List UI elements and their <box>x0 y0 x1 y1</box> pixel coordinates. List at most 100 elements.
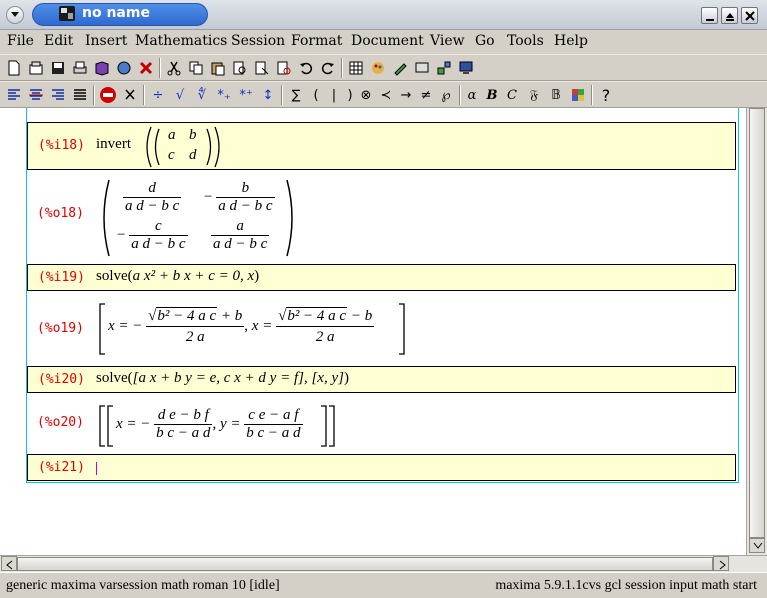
document-area[interactable]: (%i18) invert a b c d (%o18) da d − b c … <box>0 108 746 555</box>
menu-go[interactable]: Go <box>475 33 495 49</box>
vertical-scroll-thumb[interactable] <box>749 108 765 538</box>
above-below-icon[interactable]: ↕ <box>259 86 277 104</box>
toolbar-separator <box>159 58 161 78</box>
chevron-down-icon <box>11 12 19 17</box>
neq-icon[interactable]: ≠ <box>417 86 435 104</box>
window-menu-button[interactable] <box>6 6 24 24</box>
menu-edit[interactable]: Edit <box>44 33 73 49</box>
pencil-icon[interactable] <box>391 59 409 77</box>
sqrt-icon[interactable]: √ <box>171 86 189 104</box>
horizontal-scrollbar[interactable] <box>0 555 767 572</box>
new-document-icon[interactable] <box>5 59 23 77</box>
menu-insert[interactable]: Insert <box>85 33 127 49</box>
scroll-down-button[interactable] <box>749 538 765 553</box>
chevron-right-icon <box>719 560 726 570</box>
otimes-icon[interactable]: ⊗ <box>357 86 375 104</box>
print-icon[interactable] <box>71 59 89 77</box>
align-left-icon[interactable] <box>5 86 23 104</box>
screen-icon[interactable] <box>413 59 431 77</box>
stop-icon[interactable] <box>99 86 117 104</box>
main-toolbar <box>0 54 767 81</box>
subscript-icon[interactable]: *₊ <box>215 86 233 104</box>
copy-icon[interactable] <box>187 59 205 77</box>
help-icon[interactable]: ? <box>597 86 615 105</box>
text-cursor <box>96 462 97 475</box>
input-cell-i21[interactable]: (%i21) <box>27 454 736 481</box>
minimize-icon <box>706 19 714 21</box>
status-bar: generic maxima varsession math roman 10 … <box>0 572 767 598</box>
maximize-button[interactable] <box>721 7 738 24</box>
align-center-icon[interactable] <box>27 86 45 104</box>
undo-icon[interactable] <box>297 59 315 77</box>
menu-help[interactable]: Help <box>554 33 588 49</box>
menu-view[interactable]: View <box>430 33 465 49</box>
toolbar-separator <box>459 85 461 105</box>
output-cell-o19: (%o19) x = − √b² − 4 a c + b2 a, x = √b²… <box>27 294 736 362</box>
book-icon[interactable] <box>93 59 111 77</box>
calligraphic-icon[interactable]: C <box>503 86 521 104</box>
superscript-icon[interactable]: *⁺ <box>237 86 255 104</box>
toolbar-separator <box>341 58 343 78</box>
bold-icon[interactable]: B <box>483 86 501 104</box>
preview-icon[interactable] <box>275 59 293 77</box>
fraction-icon[interactable]: ÷ <box>149 86 167 104</box>
align-justify-icon[interactable] <box>71 86 89 104</box>
menu-tools[interactable]: Tools <box>507 33 544 49</box>
weierstrass-icon[interactable]: ℘ <box>437 86 455 104</box>
menu-format[interactable]: Format <box>291 33 342 49</box>
input-cell-i20[interactable]: (%i20) solve([a x + b y = e, c x + d y =… <box>27 366 736 393</box>
prec-icon[interactable]: ≺ <box>377 86 395 104</box>
fraktur-icon[interactable]: 𝔉 <box>525 86 543 104</box>
scroll-right-button[interactable] <box>713 556 729 571</box>
toolbar-separator <box>281 85 283 105</box>
paste-icon[interactable] <box>209 59 227 77</box>
blackboard-icon[interactable]: 𝔹 <box>547 86 565 104</box>
horizontal-scroll-thumb[interactable] <box>17 557 713 571</box>
arrow-icon[interactable]: → <box>397 86 415 104</box>
menu-session[interactable]: Session <box>231 33 285 49</box>
app-icon <box>59 6 75 21</box>
color-grid-icon[interactable] <box>569 86 587 104</box>
toolbar-separator <box>93 85 95 105</box>
monitor-icon[interactable] <box>457 59 475 77</box>
table-icon[interactable] <box>347 59 365 77</box>
find-icon[interactable] <box>231 59 249 77</box>
input-cell-i18[interactable]: (%i18) invert a b c d <box>27 122 736 170</box>
close-document-icon[interactable] <box>137 59 155 77</box>
input-cell-i19[interactable]: (%i19) solve(a x² + b x + c = 0, x) <box>27 264 736 291</box>
globe-icon[interactable] <box>115 59 133 77</box>
cut-icon[interactable] <box>165 59 183 77</box>
open-paren-icon[interactable]: ( <box>307 86 325 104</box>
cell-label: (%i21) <box>38 460 85 475</box>
status-left-text: generic maxima varsession math roman 10 … <box>6 578 280 593</box>
cell-label: (%o20) <box>37 415 84 430</box>
scroll-left-button[interactable] <box>1 556 17 571</box>
matrix-entry: a <box>168 127 176 143</box>
minimize-button[interactable] <box>701 7 718 24</box>
output-cell-o18: (%o18) da d − b c − ba d − b c − ca d − … <box>27 174 736 260</box>
scissors-math-icon[interactable] <box>121 86 139 104</box>
redo-icon[interactable] <box>319 59 337 77</box>
chevron-down-icon <box>753 542 763 549</box>
vertical-scrollbar[interactable] <box>746 108 767 555</box>
matrix-cell: da d − b c <box>123 180 182 214</box>
sum-icon[interactable]: ∑ <box>287 86 305 104</box>
chevron-left-icon <box>6 560 13 570</box>
close-icon <box>745 11 755 21</box>
menu-mathematics[interactable]: Mathematics <box>135 33 227 49</box>
greek-icon[interactable]: α <box>463 86 481 104</box>
close-button[interactable] <box>741 7 758 24</box>
save-icon[interactable] <box>49 59 67 77</box>
menu-file[interactable]: File <box>7 33 34 49</box>
menu-bar: File Edit Insert Mathematics Session For… <box>0 30 767 54</box>
menu-document[interactable]: Document <box>351 33 424 49</box>
palette-icon[interactable] <box>369 59 387 77</box>
function-name: invert <box>96 136 131 152</box>
open-icon[interactable] <box>27 59 45 77</box>
align-right-icon[interactable] <box>49 86 67 104</box>
replace-icon[interactable] <box>253 59 271 77</box>
maximize-icon <box>726 13 734 21</box>
network-icon[interactable] <box>435 59 453 77</box>
matrix-entry: d <box>189 147 197 163</box>
nth-root-icon[interactable]: ∜ <box>193 86 211 104</box>
